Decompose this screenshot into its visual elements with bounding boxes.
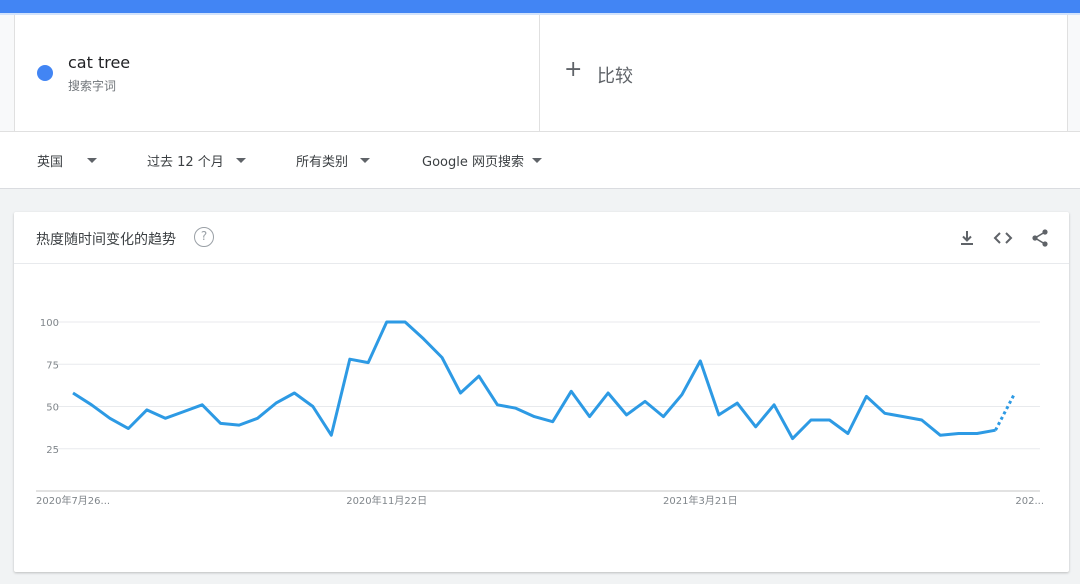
region-value: 英国 [37, 155, 64, 170]
search-property-value: Google 网页搜索 [422, 155, 524, 170]
series-line [72, 320, 996, 441]
x-tick-label: 2020年11月22日 [346, 494, 427, 507]
top-accent-bar [0, 0, 1080, 13]
search-property-dropdown[interactable]: Google 网页搜索 [422, 151, 542, 170]
chevron-down-icon [87, 158, 98, 163]
filters-bar: 英国 过去 12 个月 所有类别 Google 网页搜索 [0, 131, 1080, 189]
plus-icon: + [564, 57, 583, 82]
search-term-card[interactable]: cat tree 搜索字词 [14, 15, 540, 131]
compare-label: 比较 [597, 66, 633, 87]
category-dropdown[interactable]: 所有类别 [296, 151, 371, 170]
compare-card[interactable]: + 比较 [540, 15, 1068, 131]
category-value: 所有类别 [296, 155, 349, 170]
region-dropdown[interactable]: 英国 [37, 151, 98, 170]
y-tick-label: 75 [46, 360, 59, 371]
series-partial-line [994, 394, 1016, 431]
interest-over-time-panel: 热度随时间变化的趋势 ? 25 50 75 100 2020年7月26... 2020年1… [14, 212, 1069, 572]
term-name: cat tree [68, 53, 131, 72]
y-tick-label: 25 [46, 445, 59, 456]
x-tick-label: 2020年7月26... [36, 494, 110, 507]
chevron-down-icon [531, 158, 542, 163]
time-range-value: 过去 12 个月 [147, 155, 224, 170]
term-color-dot [37, 65, 53, 81]
x-tick-label: 202... [1015, 496, 1044, 507]
search-terms-area: cat tree 搜索字词 + 比较 [0, 15, 1080, 131]
term-type-label: 搜索字词 [68, 79, 117, 93]
interest-line-chart: 25 50 75 100 2020年7月26... 2020年11月22日 2021年3月2… [36, 318, 1044, 507]
y-tick-label: 50 [46, 403, 59, 414]
chevron-down-icon [235, 158, 246, 163]
y-tick-label: 100 [40, 318, 59, 329]
x-tick-label: 2021年3月21日 [663, 494, 738, 507]
chevron-down-icon [360, 158, 371, 163]
time-range-dropdown[interactable]: 过去 12 个月 [147, 151, 246, 170]
